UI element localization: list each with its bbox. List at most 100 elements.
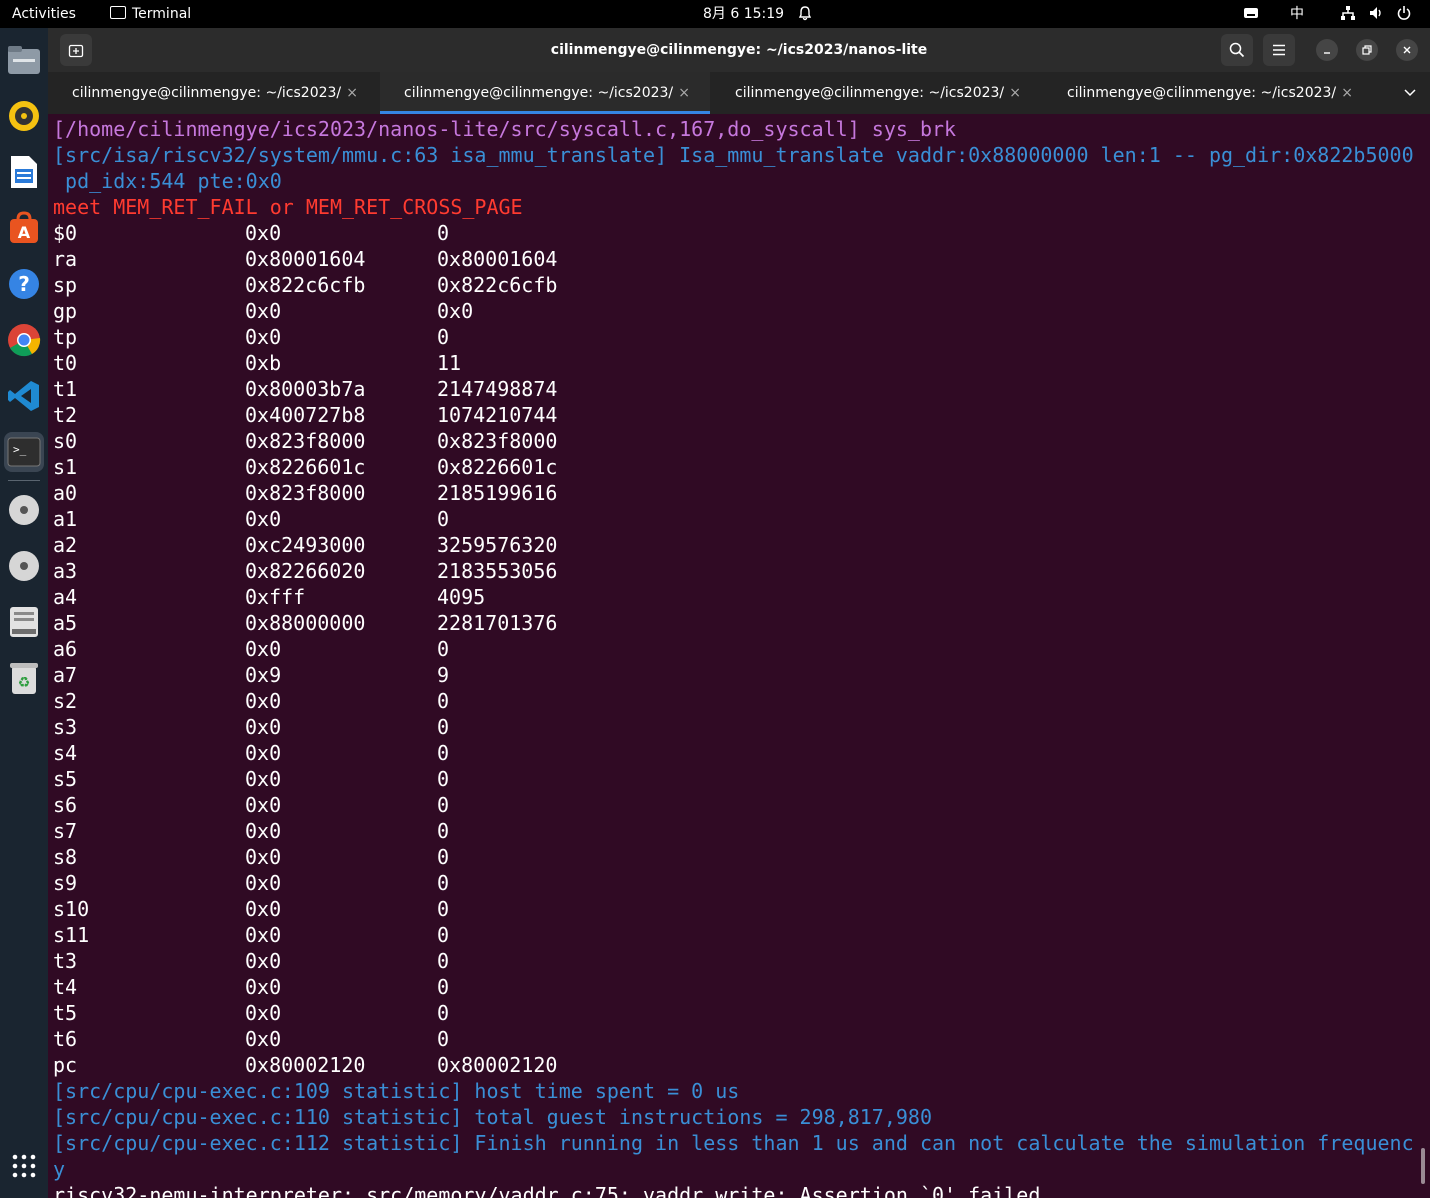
register-value: 0x80001604 bbox=[437, 247, 558, 271]
clock[interactable]: 8月 6 15:19 bbox=[703, 0, 784, 28]
register-value: 3259576320 bbox=[437, 533, 558, 557]
register-hex: 0x80001604 bbox=[245, 247, 366, 271]
window-header: cilinmengye@cilinmengye: ~/ics2023/nanos… bbox=[48, 28, 1430, 73]
register-row: t0 0xb 11 bbox=[53, 350, 1423, 376]
register-row: sp 0x822c6cfb 0x822c6cfb bbox=[53, 272, 1423, 298]
register-name: t4 bbox=[53, 975, 78, 999]
register-name: t5 bbox=[53, 1001, 78, 1025]
tab-close-icon[interactable]: × bbox=[1009, 72, 1021, 114]
register-row: s6 0x0 0 bbox=[53, 792, 1423, 818]
register-hex: 0xc2493000 bbox=[245, 533, 366, 557]
register-name: s7 bbox=[53, 819, 78, 843]
terminal-tab-active[interactable]: cilinmengye@cilinmengye: ~/ics2023/… × bbox=[380, 72, 710, 114]
register-name: ra bbox=[53, 247, 78, 271]
tab-close-icon[interactable]: × bbox=[346, 72, 358, 114]
terminal-line: pd_idx:544 pte:0x0 bbox=[53, 169, 282, 193]
tab-bar: cilinmengye@cilinmengye: ~/ics2023/… × c… bbox=[48, 72, 1430, 114]
minimize-icon[interactable] bbox=[1316, 39, 1338, 61]
register-value: 0x0 bbox=[437, 299, 474, 323]
register-row: s10 0x0 0 bbox=[53, 896, 1423, 922]
register-value: 0 bbox=[437, 897, 450, 921]
activities-button[interactable]: Activities bbox=[12, 0, 76, 28]
register-hex: 0x0 bbox=[245, 221, 282, 245]
register-dump: $0 0x0 0 ra 0x80001604 0x80001604 sp 0x822c6cfb… bbox=[53, 220, 1423, 1078]
files-icon[interactable] bbox=[4, 40, 44, 80]
menu-icon[interactable] bbox=[1263, 34, 1295, 66]
register-name: a1 bbox=[53, 507, 78, 531]
register-hex: 0x0 bbox=[245, 975, 282, 999]
register-value: 0 bbox=[437, 1001, 450, 1025]
svg-text:A: A bbox=[18, 223, 31, 242]
register-value: 0 bbox=[437, 923, 450, 947]
dock: A ? >_ ♻ bbox=[0, 28, 48, 1198]
register-name: a6 bbox=[53, 637, 78, 661]
show-apps-icon[interactable] bbox=[4, 1146, 44, 1186]
terminal-log-pre: [/home/cilinmengye/ics2023/nanos-lite/sr… bbox=[53, 116, 1423, 220]
input-method-indicator[interactable]: 中 bbox=[1290, 0, 1304, 28]
scrollbar[interactable] bbox=[1421, 1148, 1425, 1184]
register-value: 0 bbox=[437, 949, 450, 973]
register-name: t2 bbox=[53, 403, 78, 427]
register-value: 0 bbox=[437, 793, 450, 817]
register-row: s1 0x8226601c 0x8226601c bbox=[53, 454, 1423, 480]
tab-close-icon[interactable]: × bbox=[678, 72, 690, 114]
help-icon[interactable]: ? bbox=[4, 264, 44, 304]
tab-close-icon[interactable]: × bbox=[1341, 72, 1353, 114]
register-hex: 0x0 bbox=[245, 741, 282, 765]
search-icon[interactable] bbox=[1221, 34, 1253, 66]
terminal-output[interactable]: [/home/cilinmengye/ics2023/nanos-lite/sr… bbox=[53, 116, 1423, 1198]
register-hex: 0x0 bbox=[245, 949, 282, 973]
volume-icon[interactable] bbox=[1368, 0, 1384, 28]
register-hex: 0x0 bbox=[245, 299, 282, 323]
svg-text:♻: ♻ bbox=[18, 675, 31, 691]
register-name: s4 bbox=[53, 741, 78, 765]
terminal-tab[interactable]: cilinmengye@cilinmengye: ~/ics2023/n… × bbox=[1043, 72, 1373, 114]
terminal-tab[interactable]: cilinmengye@cilinmengye: ~/ics2023/… × bbox=[48, 72, 378, 114]
register-name: a5 bbox=[53, 611, 78, 635]
dock-separator bbox=[8, 480, 40, 481]
rhythmbox-icon[interactable] bbox=[4, 96, 44, 136]
restore-icon[interactable] bbox=[1356, 39, 1378, 61]
register-value: 9 bbox=[437, 663, 450, 687]
register-row: a3 0x82266020 2183553056 bbox=[53, 558, 1423, 584]
register-value: 0 bbox=[437, 845, 450, 869]
terminal-log-post: [src/cpu/cpu-exec.c:109 statistic] host … bbox=[53, 1078, 1423, 1198]
register-hex: 0x80002120 bbox=[245, 1053, 366, 1077]
terminal-icon[interactable]: >_ bbox=[4, 432, 44, 472]
register-row: s2 0x0 0 bbox=[53, 688, 1423, 714]
close-icon[interactable] bbox=[1396, 39, 1418, 61]
register-row: tp 0x0 0 bbox=[53, 324, 1423, 350]
vscode-icon[interactable] bbox=[4, 376, 44, 416]
disc-drive-icon[interactable] bbox=[4, 546, 44, 586]
power-icon[interactable] bbox=[1396, 0, 1412, 28]
register-name: s2 bbox=[53, 689, 78, 713]
register-value: 0 bbox=[437, 741, 450, 765]
register-hex: 0x822c6cfb bbox=[245, 273, 366, 297]
register-hex: 0x0 bbox=[245, 1027, 282, 1051]
terminal-tab[interactable]: cilinmengye@cilinmengye: ~/ics2023/n… × bbox=[711, 72, 1041, 114]
chrome-icon[interactable] bbox=[4, 320, 44, 360]
register-value: 0 bbox=[437, 819, 450, 843]
tab-label: cilinmengye@cilinmengye: ~/ics2023/n… bbox=[735, 85, 1005, 101]
network-icon[interactable] bbox=[1340, 0, 1356, 28]
libreoffice-writer-icon[interactable] bbox=[4, 152, 44, 192]
trash-icon[interactable]: ♻ bbox=[4, 658, 44, 698]
chevron-down-icon[interactable] bbox=[1398, 72, 1422, 114]
register-name: t6 bbox=[53, 1027, 78, 1051]
register-name: s9 bbox=[53, 871, 78, 895]
register-value: 0 bbox=[437, 637, 450, 661]
register-hex: 0x8226601c bbox=[245, 455, 366, 479]
register-name: s6 bbox=[53, 793, 78, 817]
drive-icon[interactable] bbox=[4, 602, 44, 642]
register-name: a7 bbox=[53, 663, 78, 687]
keyboard-icon[interactable] bbox=[1243, 0, 1259, 28]
register-name: s3 bbox=[53, 715, 78, 739]
register-row: a2 0xc2493000 3259576320 bbox=[53, 532, 1423, 558]
register-value: 0x822c6cfb bbox=[437, 273, 558, 297]
disc-drive-icon[interactable] bbox=[4, 490, 44, 530]
register-name: s11 bbox=[53, 923, 90, 947]
new-tab-icon[interactable] bbox=[60, 34, 92, 66]
ubuntu-software-icon[interactable]: A bbox=[4, 208, 44, 248]
app-menu[interactable]: Terminal bbox=[110, 0, 191, 28]
register-row: a5 0x88000000 2281701376 bbox=[53, 610, 1423, 636]
